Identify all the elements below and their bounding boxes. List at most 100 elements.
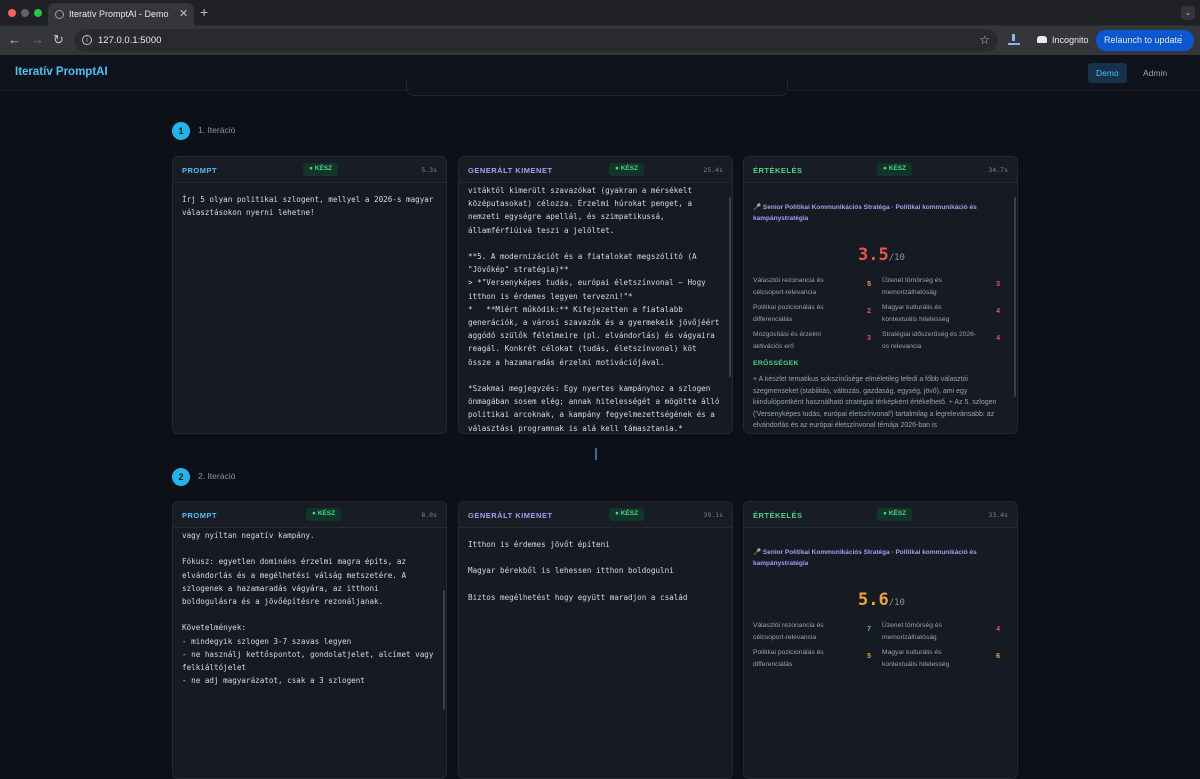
- close-icon[interactable]: ✕: [179, 7, 188, 20]
- metric-value: 7: [867, 626, 871, 633]
- forward-arrow-icon[interactable]: →: [31, 32, 44, 48]
- strengths-heading: ERŐSSÉGEK: [753, 360, 799, 367]
- output-card: GENERÁLT KIMENET ● KÉSZ 39.1s Itthon is …: [458, 501, 733, 779]
- metric-value: 5: [867, 281, 871, 288]
- download-icon[interactable]: [1008, 34, 1020, 46]
- iteration-number: 2: [172, 468, 190, 486]
- card-title: GENERÁLT KIMENET: [468, 166, 553, 175]
- metric-value: 5: [867, 653, 871, 660]
- metric-value: 3: [996, 281, 1000, 288]
- status-badge: ● KÉSZ: [303, 163, 339, 176]
- card-title: ÉRTÉKELÉS: [753, 511, 803, 520]
- incognito-label: Incognito: [1052, 35, 1089, 45]
- output-text: Itthon is érdemes jövőt építeni Magyar b…: [468, 540, 688, 602]
- relaunch-button[interactable]: Relaunch to update ⋮: [1096, 30, 1194, 51]
- scrollbar[interactable]: [1014, 197, 1016, 397]
- star-icon[interactable]: ☆: [979, 33, 990, 47]
- browser-toolbar: ← → ↻ i 127.0.0.1:5000 ☆ Incognito Relau…: [0, 26, 1200, 55]
- score-value: 5.6: [858, 590, 889, 610]
- score-max: /10: [888, 598, 905, 608]
- metric-label: Üzenet tömörség és memorizálhatóság: [882, 277, 942, 296]
- metric-label: Magyar kulturális és kontextuális hitele…: [882, 304, 950, 323]
- metric-item: Magyar kulturális és kontextuális hitele…: [882, 302, 1000, 325]
- card-title: ÉRTÉKELÉS: [753, 166, 803, 175]
- metric-item: Választói rezonancia és célcsoport-relev…: [753, 275, 871, 298]
- status-badge: ● KÉSZ: [609, 163, 645, 176]
- globe-icon: [55, 10, 64, 19]
- score: 3.5/10: [744, 245, 1017, 265]
- prompt-card: PROMPT ● KÉSZ 5.3s Írj 5 olyan politikai…: [172, 156, 447, 434]
- card-title: GENERÁLT KIMENET: [468, 511, 553, 520]
- nav-admin[interactable]: Admin: [1135, 63, 1175, 83]
- scrollbar[interactable]: [443, 590, 445, 710]
- duration: 34.7s: [988, 166, 1008, 174]
- metric-label: Politikai pozicionálás és differenciálás: [753, 649, 824, 668]
- brand-logo[interactable]: Iteratív PromptAI: [15, 66, 108, 78]
- duration: 33.4s: [988, 511, 1008, 519]
- status-badge: ● KÉSZ: [609, 508, 645, 521]
- evaluation-card: ÉRTÉKELÉS ● KÉSZ 34.7s 🎤 Senior Politika…: [743, 156, 1018, 434]
- score-value: 3.5: [858, 245, 889, 265]
- evaluation-card: ÉRTÉKELÉS ● KÉSZ 33.4s 🎤 Senior Politika…: [743, 501, 1018, 779]
- back-arrow-icon[interactable]: ←: [8, 32, 21, 48]
- metric-label: Választói rezonancia és célcsoport-relev…: [753, 277, 824, 296]
- metric-item: Választói rezonancia és célcsoport-relev…: [753, 620, 871, 643]
- metric-value: 2: [867, 308, 871, 315]
- metric-item: Politikai pozicionálás és differenciálás…: [753, 302, 871, 325]
- close-window-button[interactable]: [8, 9, 16, 17]
- metric-item: Üzenet tömörség és memorizálhatóság 3: [882, 275, 1000, 298]
- more-vert-icon[interactable]: ⋮: [1176, 34, 1186, 45]
- metric-item: Stratégiai időszerűség és 2026-os releva…: [882, 329, 1000, 352]
- browser-tab[interactable]: Iteratív PromptAI - Demo ✕: [48, 3, 194, 26]
- address-bar[interactable]: i 127.0.0.1:5000 ☆: [74, 29, 998, 52]
- metric-value: 4: [996, 308, 1000, 315]
- url-text: 127.0.0.1:5000: [98, 35, 162, 46]
- strengths-text: + A készlet tematikus sokszínűsége elmél…: [753, 376, 997, 429]
- metric-value: 4: [996, 335, 1000, 342]
- metric-label: Politikai pozicionálás és differenciálás: [753, 304, 824, 323]
- metric-label: Mozgósítási és érzelmi aktivációs erő: [753, 331, 822, 350]
- output-text[interactable]: vitáktól kimerült szavazókat (gyakran a …: [468, 184, 723, 433]
- iteration-label: 2. Iteráció: [198, 471, 236, 481]
- output-card: GENERÁLT KIMENET ● KÉSZ 25.4s vitáktól k…: [458, 156, 733, 434]
- metric-value: 6: [996, 653, 1000, 660]
- metric-value: 4: [996, 626, 1000, 633]
- card-title: PROMPT: [182, 166, 218, 175]
- status-badge: ● KÉSZ: [877, 163, 913, 176]
- duration: 25.4s: [703, 166, 723, 174]
- score: 5.6/10: [744, 590, 1017, 610]
- metric-label: Magyar kulturális és kontextuális hitele…: [882, 649, 950, 668]
- metric-item: Üzenet tömörség és memorizálhatóság 4: [882, 620, 1000, 643]
- input-panel-bottom: [406, 80, 788, 96]
- new-tab-button[interactable]: +: [200, 4, 208, 20]
- status-badge: ● KÉSZ: [306, 508, 342, 521]
- reload-icon[interactable]: ↻: [53, 32, 64, 48]
- incognito-icon: [1037, 36, 1047, 43]
- evaluator-role: 🎤 Senior Politikai Kommunikációs Stratég…: [753, 549, 977, 567]
- score-max: /10: [888, 253, 905, 263]
- prompt-text[interactable]: vagy nyíltan negatív kampány. Fókusz: eg…: [182, 529, 437, 778]
- scrollbar[interactable]: [729, 197, 731, 377]
- status-badge: ● KÉSZ: [877, 508, 913, 521]
- tab-title: Iteratív PromptAI - Demo: [69, 9, 169, 19]
- metric-item: Politikai pozicionálás és differenciálás…: [753, 647, 871, 670]
- incognito-indicator[interactable]: Incognito: [1030, 30, 1097, 51]
- prompt-text: Írj 5 olyan politikai szlogent, mellyel …: [182, 195, 434, 218]
- maximize-window-button[interactable]: [34, 9, 42, 17]
- iteration-number: 1: [172, 122, 190, 140]
- prompt-card: PROMPT ● KÉSZ 8.0s vagy nyíltan negatív …: [172, 501, 447, 779]
- duration: 5.3s: [421, 166, 437, 174]
- metric-item: Magyar kulturális és kontextuális hitele…: [882, 647, 1000, 670]
- duration: 8.0s: [421, 511, 437, 519]
- metric-label: Stratégiai időszerűség és 2026-os releva…: [882, 331, 977, 350]
- iteration-label: 1. Iteráció: [198, 125, 236, 135]
- metric-value: 3: [867, 335, 871, 342]
- site-info-icon[interactable]: i: [82, 35, 92, 45]
- minimize-window-button[interactable]: [21, 9, 29, 17]
- nav-demo[interactable]: Demo: [1088, 63, 1127, 83]
- metric-label: Választói rezonancia és célcsoport-relev…: [753, 622, 824, 641]
- browser-tab-strip: Iteratív PromptAI - Demo ✕ + ⌄: [0, 0, 1200, 26]
- chevron-down-icon[interactable]: ⌄: [1181, 6, 1195, 20]
- evaluator-role: 🎤 Senior Politikai Kommunikációs Stratég…: [753, 204, 977, 222]
- metric-label: Üzenet tömörség és memorizálhatóság: [882, 622, 942, 641]
